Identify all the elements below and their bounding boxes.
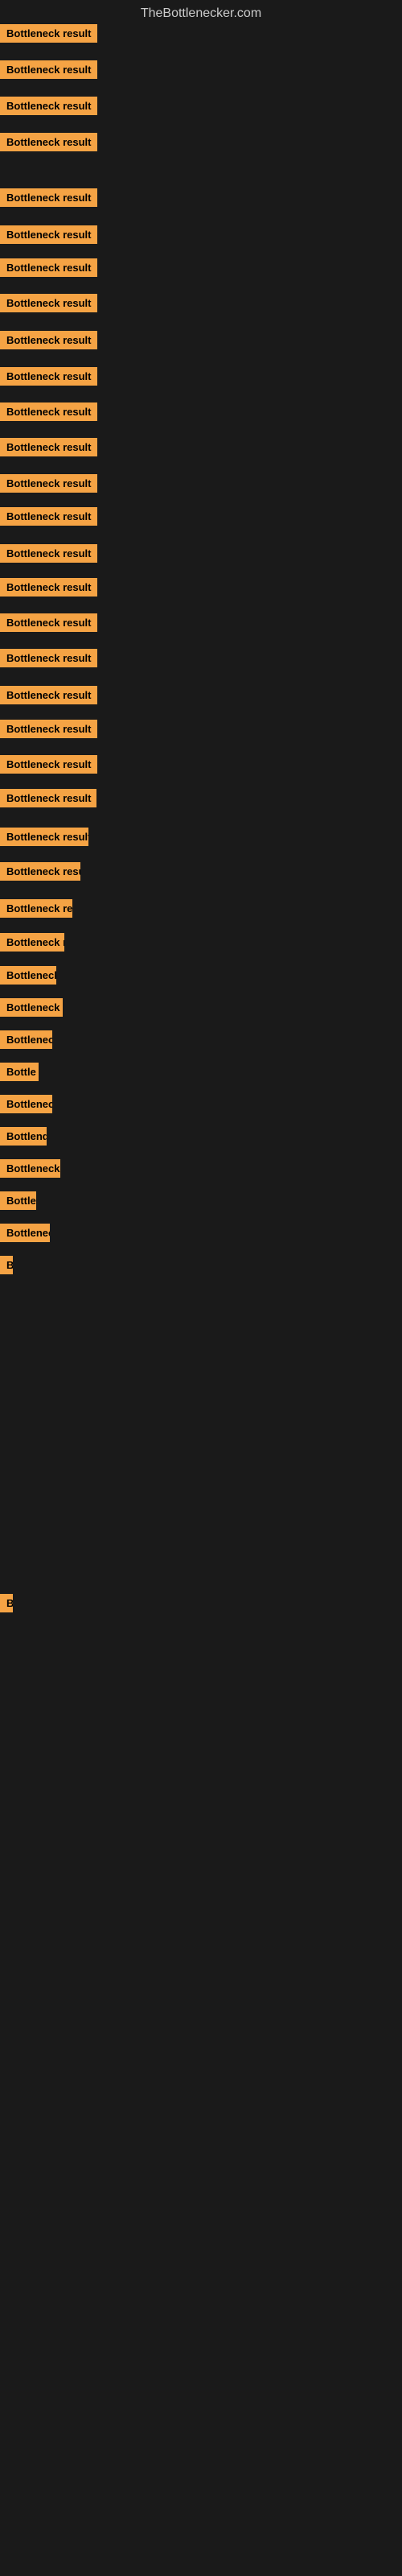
bottleneck-item: Bottlend <box>0 1127 47 1150</box>
bottleneck-item: Bottleneck result <box>0 133 97 155</box>
bottleneck-badge: Bottleneck r <box>0 1159 60 1178</box>
bottleneck-item: Bottleneck result <box>0 507 97 530</box>
bottleneck-badge: Bottleneck result <box>0 828 88 846</box>
bottleneck-item: Bottlenec <box>0 1224 50 1246</box>
bottleneck-badge: Bottleneck result <box>0 862 80 881</box>
bottleneck-item: Bottleneck result <box>0 188 97 211</box>
bottleneck-badge: Bottleneck result <box>0 578 97 597</box>
bottleneck-badge: Bottleneck re <box>0 998 63 1017</box>
bottleneck-badge: Bottleneck result <box>0 474 97 493</box>
bottleneck-item: Bottleneck result <box>0 331 97 353</box>
bottleneck-badge: Bottleneck result <box>0 544 97 563</box>
bottleneck-badge: Bottleneck result <box>0 97 97 115</box>
bottleneck-badge: Bottleneck result <box>0 225 97 244</box>
bottleneck-item: Bottle <box>0 1063 39 1085</box>
bottleneck-badge: Bottleneck result <box>0 789 96 807</box>
bottleneck-item: Bottle <box>0 1191 36 1214</box>
bottleneck-badge: Bottleneck result <box>0 649 97 667</box>
bottleneck-item: B <box>0 1594 13 1616</box>
bottleneck-item: Bottleneck result <box>0 24 97 47</box>
bottleneck-item: Bottleneck result <box>0 474 97 497</box>
bottleneck-badge: Bottle <box>0 1191 36 1210</box>
bottleneck-item: Bottleneck result <box>0 544 97 567</box>
bottleneck-badge: Bottlend <box>0 1127 47 1146</box>
bottleneck-item: Bottleneck <box>0 966 56 989</box>
bottleneck-item: Bottleneck result <box>0 613 97 636</box>
bottleneck-badge: Bottleneck result <box>0 755 97 774</box>
bottleneck-badge: Bottleneck result <box>0 507 97 526</box>
bottleneck-badge: Bottleneck result <box>0 367 97 386</box>
bottleneck-badge: Bottleneck result <box>0 133 97 151</box>
bottleneck-item: Bottleneck result <box>0 649 97 671</box>
bottleneck-badge: Bottleneck result <box>0 613 97 632</box>
bottleneck-badge: Bottleneck result <box>0 24 97 43</box>
bottleneck-item: Bottleneck result <box>0 367 97 390</box>
bottleneck-badge: Bottleneck result <box>0 294 97 312</box>
bottleneck-badge: Bottlenec <box>0 1030 52 1049</box>
bottleneck-item: Bottleneck result <box>0 402 97 425</box>
bottleneck-badge: Bottlenec <box>0 1095 52 1113</box>
bottleneck-item: Bottleneck result <box>0 755 97 778</box>
bottleneck-item: B <box>0 1256 13 1278</box>
bottleneck-item: Bottleneck re <box>0 998 63 1021</box>
bottleneck-badge: Bottleneck <box>0 966 56 985</box>
bottleneck-badge: Bottleneck result <box>0 188 97 207</box>
bottleneck-badge: Bottlenec <box>0 1224 50 1242</box>
bottleneck-item: Bottleneck result <box>0 789 96 811</box>
bottleneck-item: Bottleneck result <box>0 828 88 850</box>
bottleneck-badge: B <box>0 1594 13 1612</box>
bottleneck-badge: Bottleneck result <box>0 331 97 349</box>
bottleneck-badge: Bottleneck result <box>0 438 97 456</box>
bottleneck-item: Bottleneck res <box>0 933 64 956</box>
bottleneck-item: Bottleneck result <box>0 578 97 601</box>
bottleneck-item: Bottleneck result <box>0 60 97 83</box>
bottleneck-item: Bottleneck result <box>0 258 97 281</box>
bottleneck-badge: Bottleneck result <box>0 720 97 738</box>
bottleneck-item: Bottleneck result <box>0 899 72 922</box>
bottleneck-badge: Bottleneck result <box>0 402 97 421</box>
bottleneck-item: Bottlenec <box>0 1030 52 1053</box>
bottleneck-item: Bottleneck result <box>0 438 97 460</box>
bottleneck-item: Bottleneck result <box>0 97 97 119</box>
bottleneck-item: Bottlenec <box>0 1095 52 1117</box>
bottleneck-badge: B <box>0 1256 13 1274</box>
bottleneck-item: Bottleneck result <box>0 862 80 885</box>
bottleneck-item: Bottleneck r <box>0 1159 60 1182</box>
bottleneck-item: Bottleneck result <box>0 225 97 248</box>
bottleneck-badge: Bottleneck result <box>0 60 97 79</box>
bottleneck-badge: Bottle <box>0 1063 39 1081</box>
bottleneck-item: Bottleneck result <box>0 686 97 708</box>
bottleneck-badge: Bottleneck result <box>0 686 97 704</box>
bottleneck-badge: Bottleneck result <box>0 899 72 918</box>
bottleneck-item: Bottleneck result <box>0 294 97 316</box>
bottleneck-badge: Bottleneck result <box>0 258 97 277</box>
bottleneck-badge: Bottleneck res <box>0 933 64 952</box>
site-title: TheBottlenecker.com <box>0 0 402 27</box>
bottleneck-item: Bottleneck result <box>0 720 97 742</box>
